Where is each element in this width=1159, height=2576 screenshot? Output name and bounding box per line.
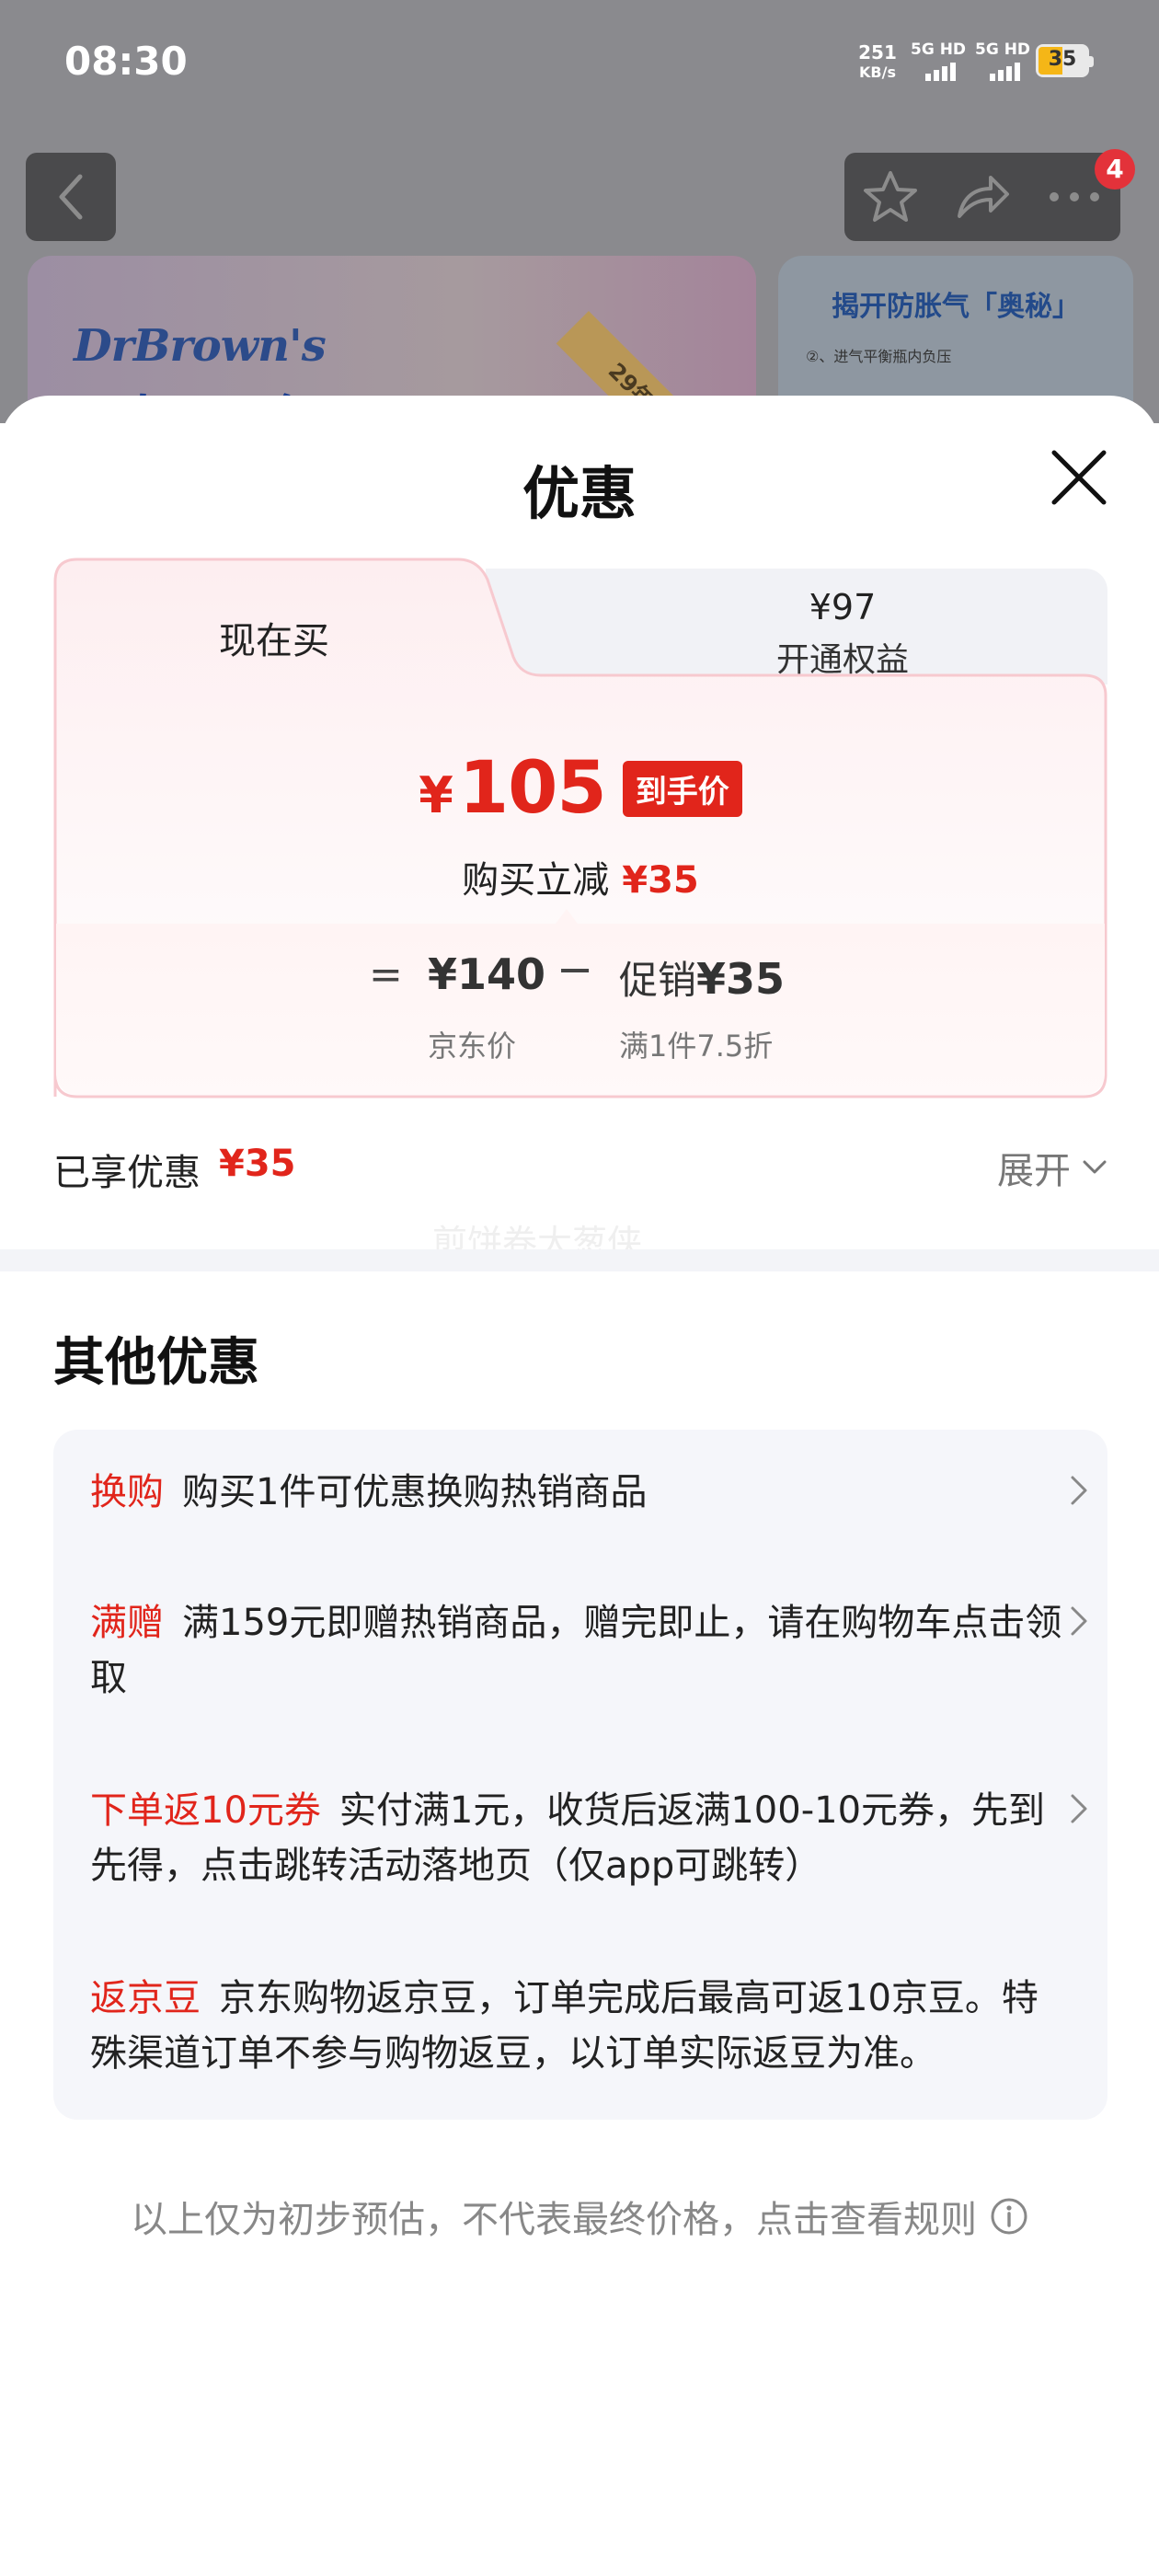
signal-1-icon bbox=[925, 63, 956, 81]
offer-tag: 满赠 bbox=[90, 1602, 164, 1644]
saving-row: 购买立减 ¥35 bbox=[53, 850, 1107, 903]
saving-amount: ¥35 bbox=[622, 859, 699, 902]
final-price-row: ¥ 105 到手价 bbox=[53, 747, 1107, 830]
star-icon bbox=[864, 171, 917, 222]
final-price-tag: 到手价 bbox=[622, 760, 742, 817]
tab-buy-now[interactable]: 现在买 bbox=[53, 611, 495, 664]
favorite-button[interactable] bbox=[849, 155, 932, 238]
battery-icon: 35 bbox=[1036, 44, 1094, 77]
currency-symbol: ¥ bbox=[419, 766, 453, 824]
offer-tag: 返京豆 bbox=[90, 1977, 201, 2019]
notification-badge: 4 bbox=[1095, 149, 1135, 190]
close-icon bbox=[1051, 450, 1107, 505]
jd-price: ¥140 bbox=[428, 949, 546, 999]
expand-button[interactable]: 展开 bbox=[997, 1141, 1107, 1194]
chevron-right-icon bbox=[1071, 1476, 1087, 1505]
enjoyed-discount-row: 已享优惠 ¥35 展开 bbox=[53, 1139, 1107, 1194]
discount-sheet: 优惠 ¥97 开通权益 现在买 ¥ 105 到手价 购买立减 ¥35 = ¥14… bbox=[0, 396, 1159, 2576]
expand-label: 展开 bbox=[997, 1150, 1071, 1192]
brand-logo: DrBrown's bbox=[74, 320, 327, 372]
saving-label: 购买立减 bbox=[462, 859, 610, 902]
offer-tag: 下单返10元券 bbox=[90, 1789, 321, 1832]
offer-text: 京东购物返京豆，订单完成后最高可返10京豆。特殊渠道订单不参与购物返豆，以订单实… bbox=[90, 1977, 1039, 2075]
final-price: ¥ 105 bbox=[419, 747, 607, 830]
sheet-title: 优惠 bbox=[522, 460, 637, 527]
disclaimer-link[interactable]: 以上仅为初步预估，不代表最终价格，点击查看规则 bbox=[0, 2190, 1159, 2243]
equals-sign: = bbox=[369, 951, 403, 998]
minus-sign: − bbox=[557, 944, 594, 995]
close-button[interactable] bbox=[1047, 445, 1111, 510]
share-button[interactable] bbox=[941, 155, 1024, 238]
offer-text: 购买1件可优惠换购热销商品 bbox=[182, 1471, 648, 1513]
chevron-left-icon bbox=[59, 174, 83, 220]
status-time: 08:30 bbox=[64, 39, 188, 84]
chevron-down-icon bbox=[1083, 1160, 1107, 1174]
price-card: ¥97 开通权益 现在买 ¥ 105 到手价 购买立减 ¥35 = ¥140 −… bbox=[53, 558, 1107, 1098]
section-divider bbox=[0, 1249, 1159, 1271]
promo-label: 促销 bbox=[619, 958, 697, 1003]
secondary-banner-subtitle: ②、进气平衡瓶内负压 bbox=[806, 348, 952, 365]
network-speed-unit: KB/s bbox=[859, 63, 896, 81]
back-button[interactable] bbox=[26, 153, 116, 241]
other-offers-title: 其他优惠 bbox=[53, 1333, 259, 1393]
status-bar: 08:30 251 KB/s 5G HD 5G HD 35 bbox=[0, 0, 1159, 120]
share-icon bbox=[958, 176, 1009, 218]
offer-tag: 换购 bbox=[90, 1471, 164, 1513]
secondary-banner-title: 揭开防胀气「奥秘」 bbox=[832, 291, 1080, 323]
offer-text: 满159元即赠热销商品，赠完即止，请在购物车点击领取 bbox=[90, 1602, 1062, 1699]
signal-2-label: 5G HD bbox=[975, 40, 1031, 59]
promo-discount: 促销¥35 bbox=[619, 949, 785, 1006]
promo-value: ¥35 bbox=[696, 954, 786, 1004]
other-offers-list: 换购 购买1件可优惠换购热销商品 满赠 满159元即赠热销商品，赠完即止，请在购物车… bbox=[53, 1430, 1107, 2120]
chevron-right-icon bbox=[1071, 1794, 1087, 1823]
product-page-background: 08:30 251 KB/s 5G HD 5G HD 35 4 DrBrown'… bbox=[0, 0, 1159, 423]
offer-item-exchange[interactable]: 换购 购买1件可优惠换购热销商品 bbox=[90, 1465, 1087, 1520]
final-price-value: 105 bbox=[458, 747, 607, 830]
top-action-group bbox=[844, 153, 1120, 241]
offer-item-jingdou: 返京豆 京东购物返京豆，订单完成后最高可返10京豆。特殊渠道订单不参与购物返豆，以… bbox=[90, 1971, 1065, 2081]
battery-level: 35 bbox=[1048, 48, 1077, 71]
offer-item-gift[interactable]: 满赠 满159元即赠热销商品，赠完即止，请在购物车点击领取 bbox=[90, 1595, 1087, 1706]
price-breakdown: = ¥140 − 促销¥35 京东价 满1件7.5折 bbox=[56, 924, 1105, 1095]
more-icon bbox=[1050, 192, 1099, 201]
network-speed-value: 251 bbox=[858, 41, 897, 63]
disclaimer-text: 以上仅为初步预估，不代表最终价格，点击查看规则 bbox=[131, 2199, 977, 2241]
offer-item-coupon[interactable]: 下单返10元券 实付满1元，收货后返满100-10元券，先到先得，点击跳转活动落地… bbox=[90, 1783, 1087, 1893]
enjoyed-label: 已享优惠 bbox=[53, 1152, 201, 1194]
signal-1-label: 5G HD bbox=[911, 40, 967, 59]
network-speed: 251 KB/s bbox=[852, 42, 903, 83]
jd-price-label: 京东价 bbox=[428, 1029, 517, 1064]
enjoyed-amount: ¥35 bbox=[219, 1143, 296, 1185]
chevron-right-icon bbox=[1071, 1606, 1087, 1636]
info-icon bbox=[991, 2198, 1027, 2235]
signal-2-icon bbox=[990, 63, 1020, 81]
promo-detail: 满1件7.5折 bbox=[619, 1029, 774, 1064]
